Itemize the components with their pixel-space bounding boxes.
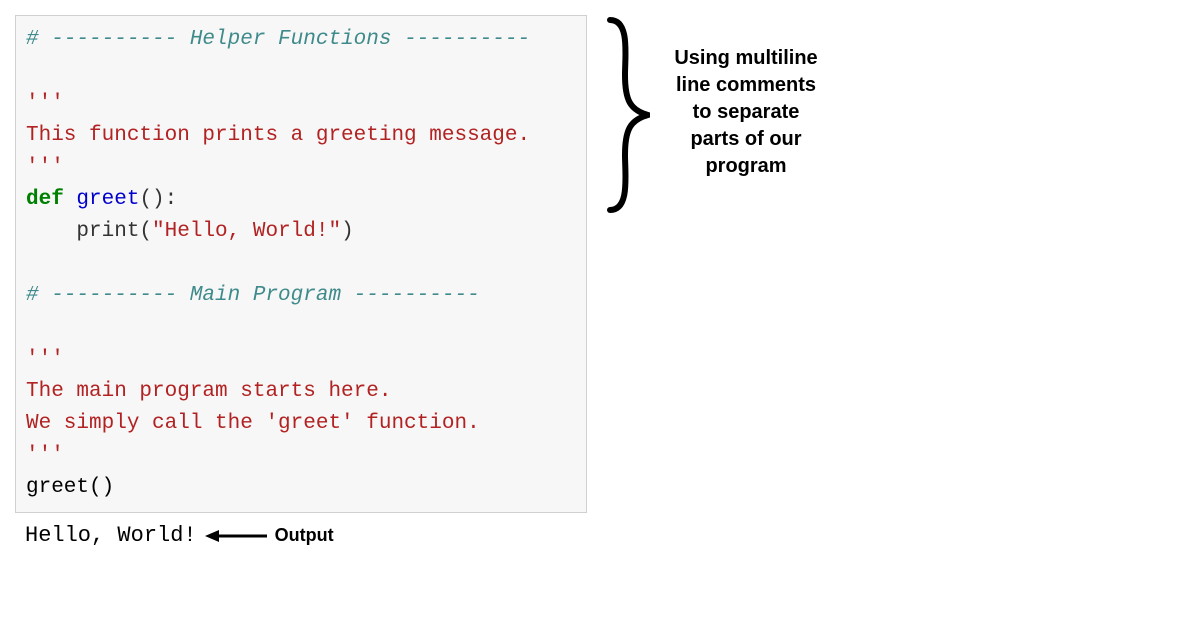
fn-signature-tail: (): [139, 188, 177, 211]
print-call-head: print( [76, 220, 152, 243]
docstring-close-2: ''' [26, 444, 64, 467]
curly-brace-icon [600, 15, 650, 215]
annotation-text: Using multiline line comments to separat… [666, 45, 826, 180]
output-row: Hello, World! Output [25, 523, 1185, 548]
docstring-body-1: This function prints a greeting message. [26, 124, 530, 147]
annotation: Using multiline line comments to separat… [600, 15, 826, 215]
function-name: greet [76, 188, 139, 211]
docstring-line-2a: The main program starts here. [26, 380, 391, 403]
output-text: Hello, World! [25, 523, 197, 548]
docstring-line-2b: We simply call the 'greet' function. [26, 412, 480, 435]
call-line: greet() [26, 476, 114, 499]
print-string-literal: "Hello, World!" [152, 220, 341, 243]
docstring-close-1: ''' [26, 156, 64, 179]
docstring-open-2: ''' [26, 348, 64, 371]
output-label: Output [275, 525, 334, 546]
arrow-left-icon [205, 526, 267, 546]
section-header-1: # ---------- Helper Functions ---------- [26, 28, 530, 51]
print-call-tail: ) [341, 220, 354, 243]
docstring-open-1: ''' [26, 92, 64, 115]
section-header-2: # ---------- Main Program ---------- [26, 284, 480, 307]
def-keyword: def [26, 188, 64, 211]
code-block: # ---------- Helper Functions ----------… [15, 15, 587, 513]
